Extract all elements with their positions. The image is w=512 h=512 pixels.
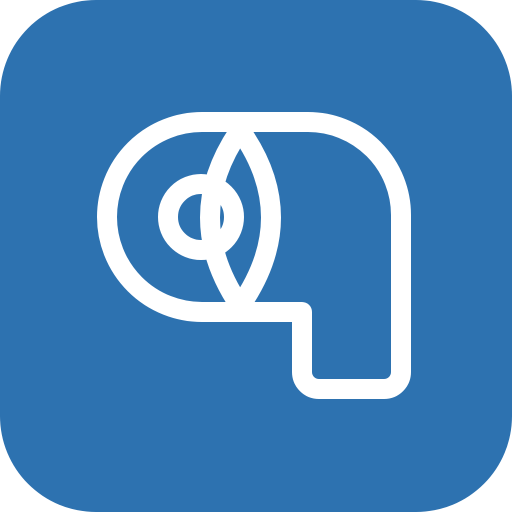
toilet-paper-roll-icon: [97, 112, 411, 399]
app-icon[interactable]: [0, 0, 512, 512]
